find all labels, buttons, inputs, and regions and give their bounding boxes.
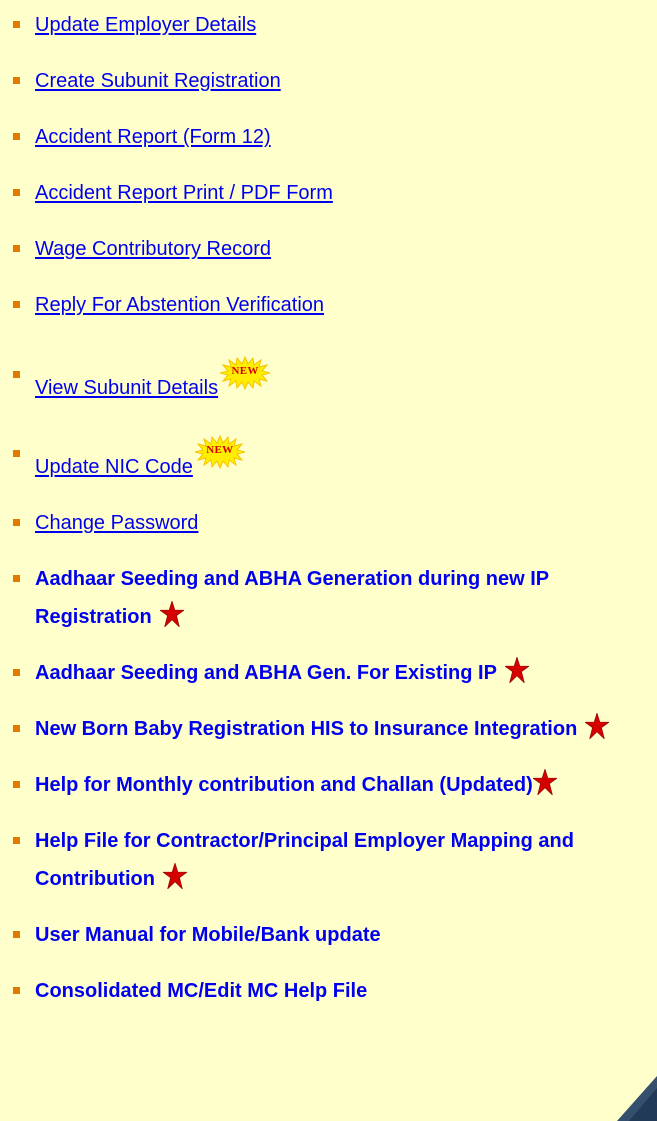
red-star-icon [585,713,610,739]
aadhaar-seeding-existing-ip-link[interactable]: Aadhaar Seeding and ABHA Gen. For Existi… [35,662,497,684]
accident-report-form-12-link[interactable]: Accident Report (Form 12) [35,126,271,148]
bullet-icon [13,245,20,252]
bullet-icon [13,669,20,676]
bullet-icon [13,21,20,28]
user-manual-mobile-bank-link[interactable]: User Manual for Mobile/Bank update [35,924,381,946]
change-password-link[interactable]: Change Password [35,512,198,534]
red-star-icon [532,769,557,795]
reply-for-abstention-verification-link[interactable]: Reply For Abstention Verification [35,294,324,316]
menu-item-help-monthly-contribution: Help for Monthly contribution and Challa… [0,766,657,804]
menu-item-update-nic-code: Update NIC Code NEW [0,435,657,486]
accident-report-print-pdf-link[interactable]: Accident Report Print / PDF Form [35,182,333,204]
aadhaar-seeding-new-ip-link[interactable]: Aadhaar Seeding and ABHA Generation duri… [35,568,549,628]
menu-item-aadhaar-seeding-new-ip: Aadhaar Seeding and ABHA Generation duri… [0,560,657,636]
bullet-icon [13,450,20,457]
create-subunit-registration-link[interactable]: Create Subunit Registration [35,70,281,92]
bullet-icon [13,781,20,788]
bullet-icon [13,519,20,526]
new-born-baby-registration-link[interactable]: New Born Baby Registration HIS to Insura… [35,718,577,740]
bullet-icon [13,77,20,84]
menu-item-update-employer-details: Update Employer Details [0,6,657,44]
red-star-icon [159,601,184,627]
menu-item-consolidated-mc-help: Consolidated MC/Edit MC Help File [0,972,657,1010]
menu-item-reply-for-abstention-verification: Reply For Abstention Verification [0,286,657,324]
red-star-icon [162,863,187,889]
help-contractor-mapping-link[interactable]: Help File for Contractor/Principal Emplo… [35,830,574,890]
menu-item-wage-contributory-record: Wage Contributory Record [0,230,657,268]
red-star-icon [504,657,529,683]
menu-item-accident-report-form-12: Accident Report (Form 12) [0,118,657,156]
new-badge-icon: NEW [219,356,271,390]
wage-contributory-record-link[interactable]: Wage Contributory Record [35,238,271,260]
bullet-icon [13,931,20,938]
menu-item-create-subunit-registration: Create Subunit Registration [0,62,657,100]
view-subunit-details-link[interactable]: View Subunit Details [35,377,218,399]
update-nic-code-link[interactable]: Update NIC Code [35,456,193,478]
bullet-icon [13,301,20,308]
bullet-icon [13,133,20,140]
help-monthly-contribution-link[interactable]: Help for Monthly contribution and Challa… [35,774,533,796]
menu-item-view-subunit-details: View Subunit Details NEW [0,356,657,407]
corner-decoration-icon [617,1076,657,1121]
employer-menu: Update Employer Details Create Subunit R… [0,0,657,1010]
menu-item-user-manual-mobile-bank: User Manual for Mobile/Bank update [0,916,657,954]
consolidated-mc-help-link[interactable]: Consolidated MC/Edit MC Help File [35,980,367,1002]
menu-item-change-password: Change Password [0,504,657,542]
menu-item-new-born-baby-registration: New Born Baby Registration HIS to Insura… [0,710,657,748]
menu-item-accident-report-print-pdf: Accident Report Print / PDF Form [0,174,657,212]
bullet-icon [13,987,20,994]
bullet-icon [13,189,20,196]
update-employer-details-link[interactable]: Update Employer Details [35,14,256,36]
new-badge-icon: NEW [194,435,246,469]
bullet-icon [13,837,20,844]
menu-item-aadhaar-seeding-existing-ip: Aadhaar Seeding and ABHA Gen. For Existi… [0,654,657,692]
bullet-icon [13,575,20,582]
bullet-icon [13,725,20,732]
menu-item-help-contractor-mapping: Help File for Contractor/Principal Emplo… [0,822,657,898]
bullet-icon [13,371,20,378]
